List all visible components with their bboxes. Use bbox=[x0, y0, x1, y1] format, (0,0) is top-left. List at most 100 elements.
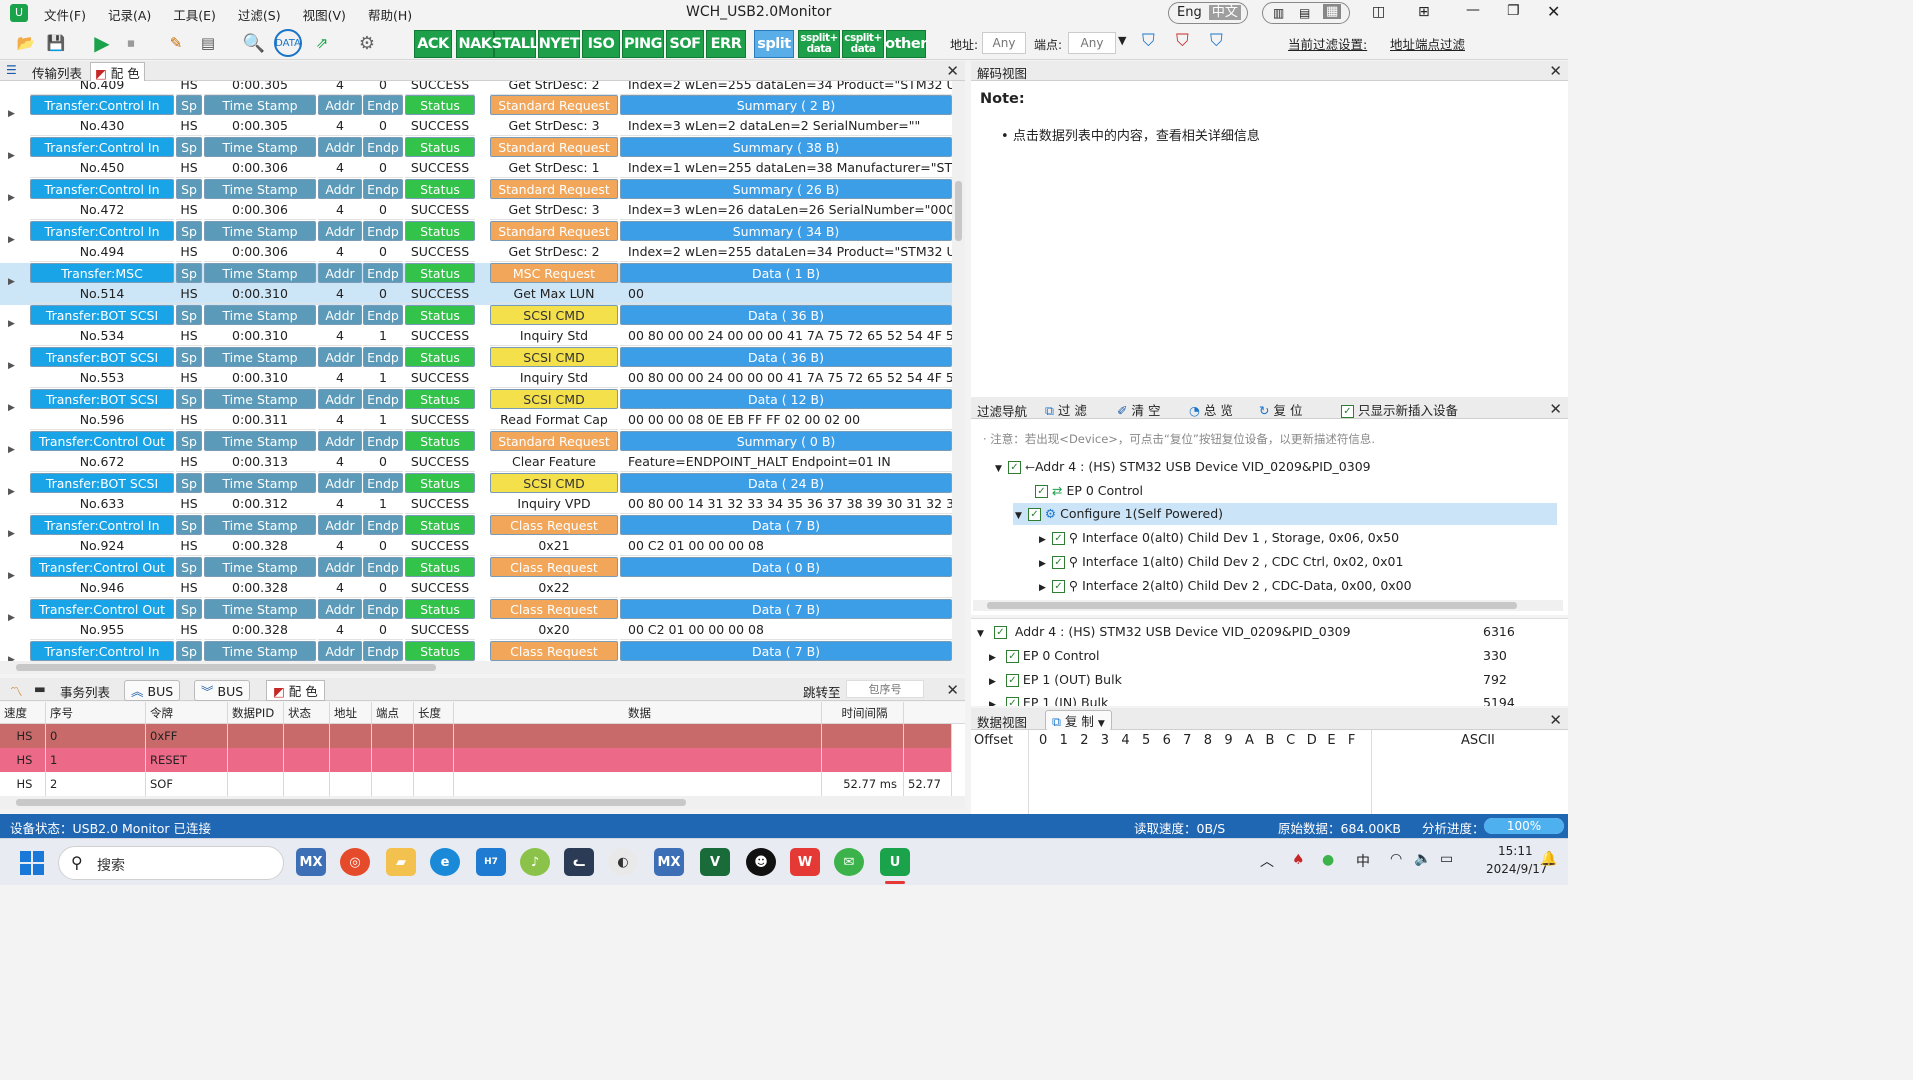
filter-split-button[interactable]: split bbox=[754, 30, 794, 58]
transfer-row-partial[interactable]: No.409 HS 0:00.305 4 0 SUCCESS Get StrDe… bbox=[0, 81, 955, 95]
expand-down-icon[interactable]: ▼ bbox=[1015, 511, 1022, 521]
close-icon[interactable]: ✕ bbox=[1547, 2, 1560, 21]
filter-other-button[interactable]: other bbox=[885, 30, 927, 58]
tree-node-device[interactable]: ▼ ✓ ⭠Addr 4 : (HS) STM32 USB Device VID_02… bbox=[995, 459, 1371, 475]
expand-right-icon[interactable]: ▶ bbox=[8, 319, 15, 329]
bus-up-button[interactable]: ︽ BUS bbox=[124, 680, 181, 701]
wifi-icon[interactable]: ◠ bbox=[1390, 851, 1402, 867]
layout-2-icon[interactable]: ▤ bbox=[1299, 6, 1310, 20]
checkbox-checked-icon[interactable]: ✓ bbox=[1005, 650, 1019, 663]
chevron-up-icon[interactable]: ︿ bbox=[1260, 851, 1274, 871]
menu-help[interactable]: 帮助(H) bbox=[368, 5, 412, 24]
filter-nav-reset-button[interactable]: ↻ 复 位 bbox=[1259, 400, 1302, 419]
tree-node-config[interactable]: ▼ ✓ ⚙ Configure 1(Self Powered) bbox=[1013, 503, 1557, 525]
filter-csplit-button[interactable]: csplit+ data bbox=[842, 30, 884, 58]
stats-row-device[interactable]: ▼ ✓ Addr 4 : (HS) STM32 USB Device VID_02… bbox=[977, 624, 1557, 639]
wechat-tray-icon[interactable]: ● bbox=[1322, 852, 1334, 868]
events-hscroll-thumb[interactable] bbox=[16, 799, 686, 806]
save-icon[interactable]: 💾 bbox=[42, 29, 70, 57]
expand-right-icon[interactable]: ▶ bbox=[8, 109, 15, 119]
filter-err-button[interactable]: ERR bbox=[706, 30, 746, 58]
transfer-vscrollbar[interactable] bbox=[952, 81, 965, 661]
edge-browser-icon[interactable]: e bbox=[430, 848, 460, 876]
checkbox-checked-icon[interactable]: ✓ bbox=[1005, 674, 1019, 687]
menu-tools[interactable]: 工具(E) bbox=[173, 5, 216, 24]
events-hscrollbar[interactable] bbox=[0, 796, 965, 809]
transfer-tab[interactable]: 传输列表 bbox=[32, 63, 82, 82]
transfer-row[interactable]: ▶ Transfer:Control In Sp Time Stamp Addr Endp… bbox=[0, 641, 955, 661]
event-row[interactable]: HS 2 SOF 52.77 ms 52.77 bbox=[0, 772, 952, 796]
game-app-icon[interactable]: ☻ bbox=[746, 848, 776, 876]
menu-view[interactable]: 视图(V) bbox=[303, 5, 346, 24]
stop-icon[interactable]: ⏹ bbox=[117, 29, 145, 57]
tree-node-if2[interactable]: ▶ ✓ ⚲ Interface 2(alt0) Child Dev 2 , CDC-… bbox=[1039, 578, 1412, 593]
settings-icon[interactable]: ⚙ bbox=[353, 29, 381, 57]
filter-ack-button[interactable]: ACK bbox=[414, 30, 452, 58]
transfer-row[interactable]: ▶ Transfer:Control In Sp Time Stamp Addr Endp… bbox=[0, 221, 955, 263]
tree-node-ep0[interactable]: ✓ ⇄ EP 0 Control bbox=[1035, 483, 1143, 498]
minimize-icon[interactable]: — bbox=[1466, 2, 1480, 18]
transfer-hscrollbar[interactable] bbox=[0, 661, 965, 674]
taskbar-search[interactable]: ⚲ 搜索 bbox=[58, 846, 284, 880]
transfer-row[interactable]: ▶ Transfer:Control Out Sp Time Stamp Addr End… bbox=[0, 599, 955, 641]
endp-input[interactable] bbox=[1068, 32, 1116, 54]
volume-icon[interactable]: 🔈 bbox=[1414, 851, 1431, 867]
events-color-button[interactable]: ◩ 配 色 bbox=[266, 680, 325, 701]
expand-right-icon[interactable]: ▶ bbox=[8, 193, 15, 203]
checkbox-checked-icon[interactable]: ✓ bbox=[1051, 580, 1065, 593]
grid-layout-icon[interactable]: ⊞ bbox=[1418, 4, 1430, 20]
transfer-row[interactable]: ▶ Transfer:Control Out Sp Time Stamp Addr End… bbox=[0, 431, 955, 473]
data-icon[interactable]: DATA bbox=[274, 29, 302, 57]
transfer-row[interactable]: ▶ Transfer:Control In Sp Time Stamp Addr Endp… bbox=[0, 179, 955, 221]
tree-node-if0[interactable]: ▶ ✓ ⚲ Interface 0(alt0) Child Dev 1 , Stor… bbox=[1039, 530, 1399, 545]
checkbox-checked-icon[interactable]: ✓ bbox=[1005, 697, 1019, 706]
expand-right-icon[interactable]: ▶ bbox=[8, 613, 15, 623]
filter-iso-button[interactable]: ISO bbox=[582, 30, 620, 58]
wechat-icon[interactable]: ✉ bbox=[834, 848, 864, 876]
events-col-header[interactable]: 地址 bbox=[330, 702, 372, 724]
expand-right-icon[interactable]: ▶ bbox=[1039, 583, 1046, 593]
export-icon[interactable]: ⇗ bbox=[308, 29, 336, 57]
filter-sof-button[interactable]: SOF bbox=[666, 30, 704, 58]
expand-right-icon[interactable]: ▶ bbox=[8, 487, 15, 497]
filter-nav-overview-button[interactable]: ◔ 总 览 bbox=[1189, 400, 1233, 419]
checkbox-checked-icon[interactable]: ✓ bbox=[993, 626, 1007, 639]
expand-right-icon[interactable]: ▶ bbox=[8, 151, 15, 161]
music-app-icon[interactable]: ♪ bbox=[520, 848, 550, 876]
checkbox-checked-icon[interactable]: ✓ bbox=[1035, 485, 1048, 498]
data-view-close-icon[interactable]: ✕ bbox=[1549, 711, 1562, 729]
expand-down-icon[interactable]: ▼ bbox=[995, 464, 1002, 474]
checkbox-checked-icon[interactable]: ✓ bbox=[1027, 508, 1041, 521]
jump-input[interactable] bbox=[846, 680, 924, 698]
filter-nyet-button[interactable]: NYET bbox=[538, 30, 580, 58]
expand-down-icon[interactable]: ▼ bbox=[977, 629, 984, 639]
transfer-color-button[interactable]: ◩ 配 色 bbox=[90, 62, 145, 83]
expand-right-icon[interactable]: ▶ bbox=[8, 529, 15, 539]
h7-tool-icon[interactable]: H7 bbox=[476, 848, 506, 876]
wps-icon[interactable]: W bbox=[790, 848, 820, 876]
keil-icon[interactable]: V bbox=[700, 848, 730, 876]
transfer-row[interactable]: ▶ Transfer:Control In Sp Time Stamp Addr Endp… bbox=[0, 95, 955, 137]
usb-monitor-taskbar-icon[interactable]: U bbox=[880, 848, 910, 876]
filter-clear-icon[interactable]: ⛉ bbox=[1176, 31, 1189, 51]
events-col-header[interactable]: 长度 bbox=[414, 702, 454, 724]
transfer-row[interactable]: ▶ Transfer:BOT SCSI Sp Time Stamp Addr Endp St… bbox=[0, 347, 955, 389]
filter-stall-button[interactable]: STALL bbox=[492, 30, 539, 58]
events-col-header[interactable]: 序号 bbox=[46, 702, 146, 724]
filter-nav-clear-button[interactable]: ✐ 清 空 bbox=[1117, 400, 1160, 419]
events-col-header[interactable]: 令牌 bbox=[146, 702, 228, 724]
layout-3-icon[interactable]: ▦ bbox=[1323, 4, 1342, 19]
transfer-row[interactable]: ▶ Transfer:BOT SCSI Sp Time Stamp Addr Endp St… bbox=[0, 389, 955, 431]
expand-right-icon[interactable]: ▶ bbox=[8, 361, 15, 371]
events-col-header[interactable]: 数据 bbox=[454, 702, 822, 724]
expand-right-icon[interactable]: ▶ bbox=[989, 653, 996, 663]
language-toggle[interactable]: Eng 中文 bbox=[1168, 2, 1248, 24]
expand-right-icon[interactable]: ▶ bbox=[989, 677, 996, 687]
panel-layout-icon[interactable]: ◫ bbox=[1372, 4, 1385, 20]
transfer-row[interactable]: ▶ Transfer:BOT SCSI Sp Time Stamp Addr Endp St… bbox=[0, 305, 955, 347]
transfer-hscroll-thumb[interactable] bbox=[16, 664, 436, 671]
checkbox-checked-icon[interactable]: ✓ bbox=[1051, 532, 1065, 545]
events-col-header[interactable]: 状态 bbox=[284, 702, 330, 724]
events-col-header[interactable]: 数据PID bbox=[228, 702, 284, 724]
filter-nav-close-icon[interactable]: ✕ bbox=[1549, 400, 1562, 418]
